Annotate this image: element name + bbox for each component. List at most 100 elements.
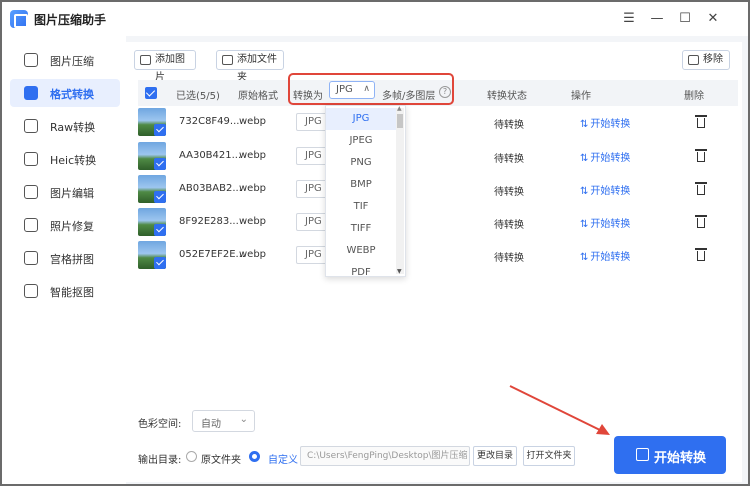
radio-custom-folder[interactable]: [249, 451, 260, 462]
image-compress-icon: [24, 53, 38, 67]
target-format-select[interactable]: JPG: [296, 246, 328, 264]
sidebar-item-repair[interactable]: 照片修复: [10, 211, 120, 239]
maximize-button[interactable]: ☐: [672, 8, 698, 30]
delete-icon[interactable]: [695, 247, 707, 261]
original-format: webp: [239, 249, 267, 260]
start-convert-link[interactable]: 开始转换: [580, 182, 630, 197]
sidebar-item-image-compress[interactable]: 图片压缩: [10, 46, 120, 74]
open-folder-button[interactable]: 打开文件夹: [523, 446, 575, 466]
table-row[interactable]: AA30B421... webp JPG 待转换 开始转换: [138, 140, 742, 173]
dropdown-option-pdf[interactable]: PDF: [326, 262, 396, 276]
annotation-arrow: [509, 385, 610, 435]
sidebar-item-grid[interactable]: 宫格拼图: [10, 244, 120, 272]
target-format-select[interactable]: JPG: [296, 213, 328, 231]
sidebar-item-format-convert[interactable]: 格式转换: [10, 79, 120, 107]
file-name: 052E7EF2E...: [179, 249, 246, 260]
change-directory-button[interactable]: 更改目录: [473, 446, 517, 466]
target-format-select[interactable]: JPG: [296, 180, 328, 198]
menu-icon[interactable]: ☰: [616, 8, 642, 30]
thumbnail-image: [138, 208, 166, 236]
row-checkbox[interactable]: [154, 257, 166, 269]
help-icon[interactable]: ?: [439, 86, 451, 98]
dropdown-option-tif[interactable]: TIF: [326, 196, 396, 218]
cutout-icon: [24, 284, 38, 298]
minimize-button[interactable]: —: [644, 8, 670, 30]
convert-status: 待转换: [494, 220, 524, 231]
table-row[interactable]: AB03BAB2... webp JPG 待转换 开始转换: [138, 173, 742, 206]
sidebar: 图片压缩 格式转换 Raw转换 Heic转换 图片编辑 照片修复 宫格拼图 智能…: [2, 36, 126, 484]
delete-icon[interactable]: [695, 148, 707, 162]
heic-icon: [24, 152, 38, 166]
original-format: webp: [239, 183, 267, 194]
scroll-up-icon[interactable]: ▲: [397, 106, 402, 112]
file-name: AA30B421...: [179, 150, 242, 161]
add-folder-button[interactable]: 添加文件夹: [216, 50, 284, 83]
convert-status: 待转换: [494, 187, 524, 198]
dropdown-scrollbar[interactable]: ▲ ▼: [396, 106, 404, 275]
color-space-select[interactable]: 自动 ⌄: [192, 410, 255, 432]
header-original-format: 原始格式: [238, 91, 278, 102]
row-checkbox[interactable]: [154, 158, 166, 170]
color-space-label: 色彩空间:: [138, 419, 182, 430]
start-convert-link[interactable]: 开始转换: [580, 215, 630, 230]
original-folder-label: 原文件夹: [201, 455, 241, 466]
header-delete: 删除: [684, 91, 704, 102]
sidebar-item-edit[interactable]: 图片编辑: [10, 178, 120, 206]
header-selected: 已选(5/5): [176, 91, 220, 102]
dropdown-option-jpg[interactable]: JPG: [326, 108, 396, 130]
row-checkbox[interactable]: [154, 224, 166, 236]
convert-status: 待转换: [494, 120, 524, 131]
row-checkbox[interactable]: [154, 191, 166, 203]
start-convert-label: 开始转换: [654, 451, 707, 466]
sidebar-item-label: Raw转换: [50, 121, 96, 134]
dropdown-option-png[interactable]: PNG: [326, 152, 396, 174]
remove-button[interactable]: 移除: [682, 50, 730, 70]
dropdown-option-bmp[interactable]: BMP: [326, 174, 396, 196]
start-convert-button[interactable]: 开始转换: [614, 436, 726, 474]
scrollbar-thumb[interactable]: [397, 114, 403, 128]
original-format: webp: [239, 150, 267, 161]
remove-label: 移除: [703, 54, 723, 65]
thumbnail-image: [138, 175, 166, 203]
table-row[interactable]: 732C8F49... webp JPG 待转换 开始转换: [138, 106, 742, 139]
dropdown-option-webp[interactable]: WEBP: [326, 240, 396, 262]
target-format-select[interactable]: JPG: [296, 147, 328, 165]
sidebar-item-label: 智能抠图: [50, 286, 94, 299]
delete-icon[interactable]: [695, 214, 707, 228]
chevron-down-icon: ⌄: [239, 414, 248, 425]
row-checkbox[interactable]: [154, 124, 166, 136]
radio-original-folder[interactable]: [186, 451, 197, 462]
grid-icon: [24, 251, 38, 265]
target-format-select[interactable]: JPG: [296, 113, 328, 131]
trash-icon: [688, 55, 699, 65]
thumbnail-image: [138, 108, 166, 136]
convert-format-value: JPG: [336, 84, 353, 95]
start-convert-link[interactable]: 开始转换: [580, 115, 630, 130]
dropdown-option-jpeg[interactable]: JPEG: [326, 130, 396, 152]
app-title: 图片压缩助手: [34, 13, 107, 27]
format-dropdown: JPG JPEG PNG BMP TIF TIFF WEBP PDF ▲ ▼: [325, 105, 406, 277]
dropdown-option-tiff[interactable]: TIFF: [326, 218, 396, 240]
sidebar-item-label: 图片压缩: [50, 55, 94, 68]
convert-format-select[interactable]: JPG ∧: [329, 81, 375, 99]
edit-icon: [24, 185, 38, 199]
sidebar-item-heic[interactable]: Heic转换: [10, 145, 120, 173]
start-convert-link[interactable]: 开始转换: [580, 248, 630, 263]
start-convert-link[interactable]: 开始转换: [580, 149, 630, 164]
scroll-down-icon[interactable]: ▼: [397, 268, 402, 275]
output-path-input[interactable]: C:\Users\FengPing\Desktop\图片压缩: [300, 446, 470, 466]
delete-icon[interactable]: [695, 114, 707, 128]
table-row[interactable]: 8F92E283... webp JPG 待转换 开始转换: [138, 206, 742, 239]
select-all-checkbox[interactable]: [145, 87, 157, 99]
title-bar: 图片压缩助手 ☰ — ☐ ✕: [2, 2, 748, 36]
sidebar-item-cutout[interactable]: 智能抠图: [10, 277, 120, 305]
sidebar-item-label: Heic转换: [50, 154, 97, 167]
close-button[interactable]: ✕: [700, 8, 726, 30]
delete-icon[interactable]: [695, 181, 707, 195]
sidebar-item-raw[interactable]: Raw转换: [10, 112, 120, 140]
output-dir-label: 输出目录:: [138, 455, 182, 466]
thumbnail-image: [138, 142, 166, 170]
add-image-button[interactable]: 添加图片: [134, 50, 196, 83]
repair-icon: [24, 218, 38, 232]
table-row[interactable]: 052E7EF2E... webp JPG 待转换 开始转换: [138, 239, 742, 272]
